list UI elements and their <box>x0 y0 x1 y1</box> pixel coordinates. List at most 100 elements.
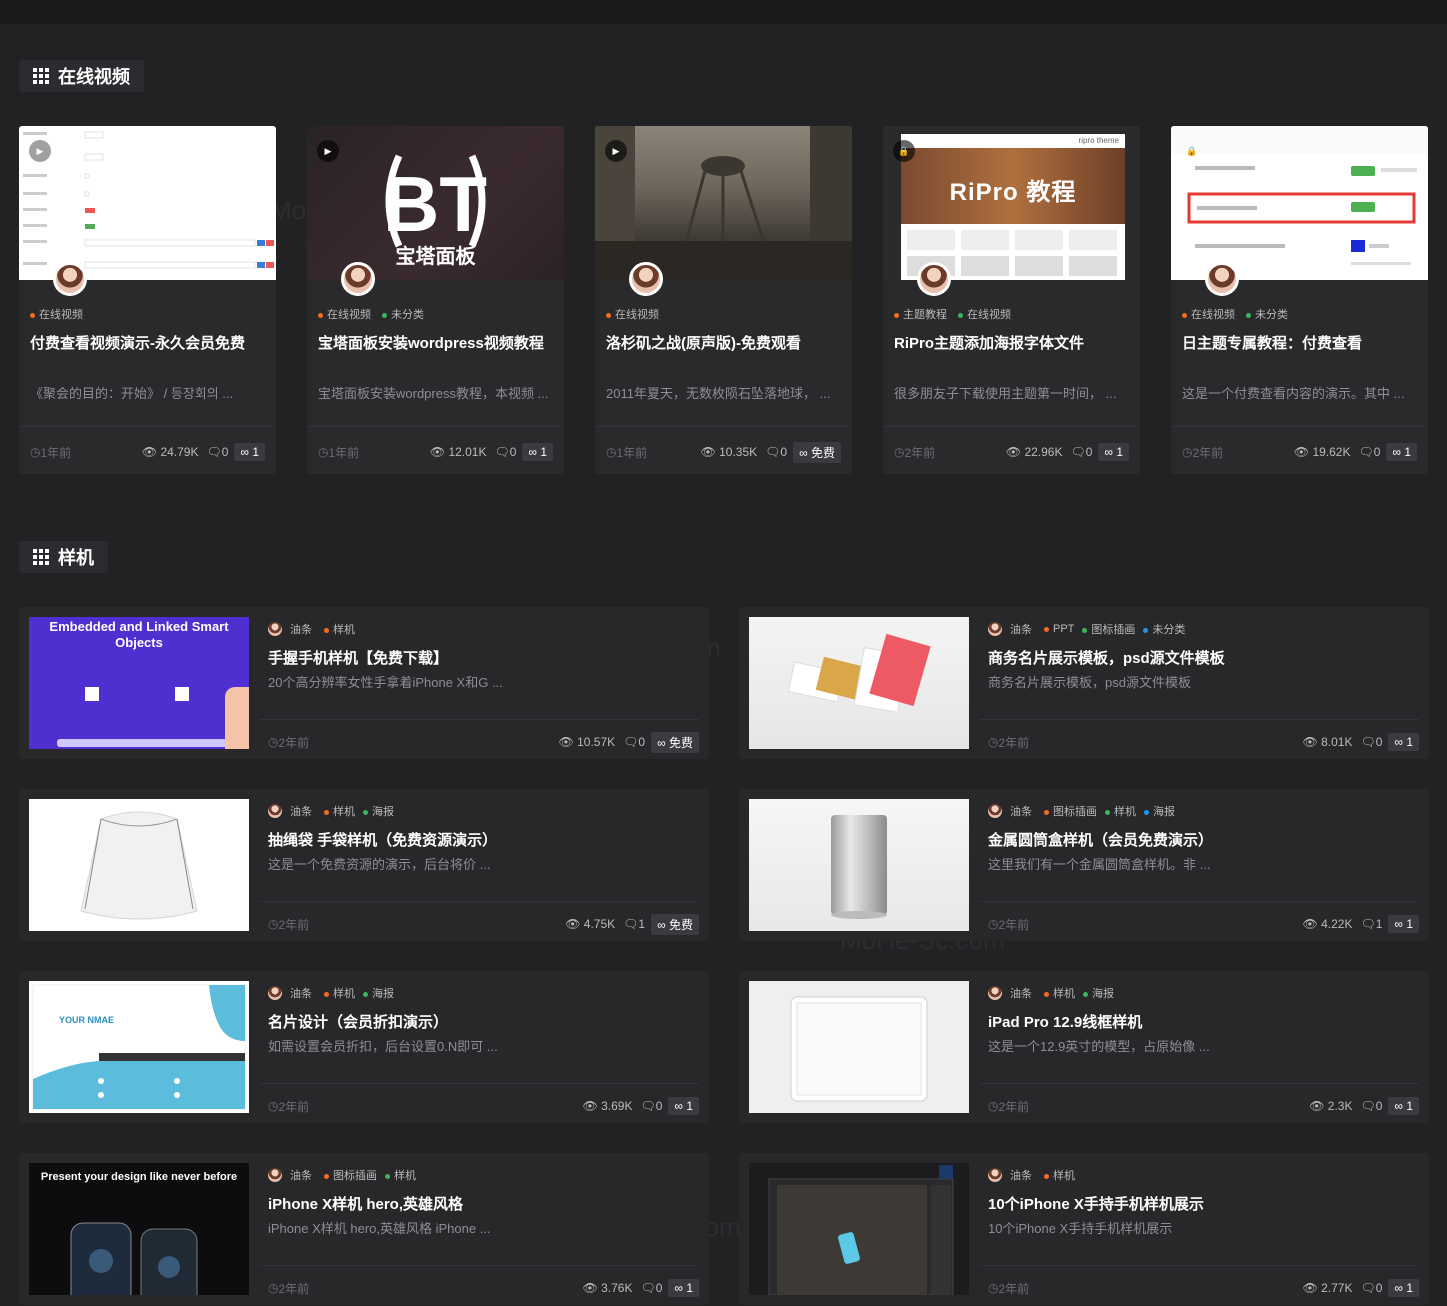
avatar[interactable] <box>268 1168 282 1182</box>
avatar[interactable] <box>988 1168 1002 1182</box>
card-title[interactable]: 付费查看视频演示-永久会员免费 <box>30 332 245 353</box>
avatar[interactable] <box>268 804 282 818</box>
category-tag[interactable]: 样机 <box>1044 1167 1075 1183</box>
card-title[interactable]: 金属圆筒盒样机（会员免费演示） <box>988 829 1213 850</box>
author-name[interactable]: 油条 <box>290 803 312 819</box>
video-thumbnail[interactable]: ▶ <box>595 126 852 280</box>
category-tag[interactable]: 主题教程 <box>894 309 947 321</box>
author-name[interactable]: 油条 <box>290 1167 312 1183</box>
avatar[interactable] <box>988 804 1002 818</box>
avatar[interactable] <box>988 986 1002 1000</box>
lock-icon[interactable]: 🔒 <box>893 140 915 162</box>
link-icon: ∞ <box>657 735 666 750</box>
author-name[interactable]: 油条 <box>1010 803 1032 819</box>
card-title[interactable]: 手握手机样机【免费下载】 <box>268 647 448 668</box>
post-time: 2年前 <box>278 1099 310 1114</box>
divider <box>979 719 1419 720</box>
mockup-thumbnail[interactable]: Present your design like never before <box>29 1163 249 1295</box>
eye-icon: 👁 <box>582 1281 598 1295</box>
category-tag[interactable]: 图标插画 <box>1082 621 1135 637</box>
svg-text:BT: BT <box>383 160 487 248</box>
video-thumbnail[interactable]: ▶ <box>19 126 276 280</box>
category-tag[interactable]: 在线视频 <box>606 309 659 321</box>
author-name[interactable]: 油条 <box>1010 621 1032 637</box>
category-tag[interactable]: 样机 <box>1105 803 1136 819</box>
card-title[interactable]: 日主题专属教程：付费查看 <box>1182 332 1362 353</box>
avatar[interactable] <box>1205 262 1239 296</box>
card-title[interactable]: 抽绳袋 手袋样机（免费资源演示） <box>268 829 497 850</box>
category-tag[interactable]: 海报 <box>1144 803 1175 819</box>
video-card[interactable]: ▶ 在线视频 洛杉矶之战(原声版)-免费观看 2011年夏天，无数枚陨石坠落地球… <box>595 126 852 474</box>
author-name[interactable]: 油条 <box>1010 985 1032 1001</box>
avatar[interactable] <box>988 622 1002 636</box>
video-thumbnail[interactable]: BT 宝塔面板 ▶ <box>307 126 564 280</box>
author-name[interactable]: 油条 <box>290 621 312 637</box>
video-card[interactable]: 🔒 在线视频 未分类 日主题专属教程：付费查看 这是一个付费查看内容的演示。其中… <box>1171 126 1428 474</box>
mockup-card[interactable]: Embedded and Linked Smart Objects 油条 样机 … <box>19 607 709 759</box>
category-tag[interactable]: 海报 <box>1083 985 1114 1001</box>
mockup-thumbnail[interactable] <box>749 799 969 931</box>
card-title[interactable]: 洛杉矶之战(原声版)-免费观看 <box>606 332 801 353</box>
mockup-card[interactable]: 油条 图标插画 样机 海报 金属圆筒盒样机（会员免费演示） 这里我们有一个金属圆… <box>739 789 1429 941</box>
author-name[interactable]: 油条 <box>290 985 312 1001</box>
play-icon[interactable]: ▶ <box>29 140 51 162</box>
mockup-card[interactable]: 油条 PPT 图标插画 未分类 商务名片展示模板，psd源文件模板 商务名片展示… <box>739 607 1429 759</box>
card-title[interactable]: iPhone X样机 hero,英雄风格 <box>268 1193 463 1214</box>
category-tag[interactable]: PPT <box>1044 623 1074 635</box>
avatar[interactable] <box>629 262 663 296</box>
video-card[interactable]: BT 宝塔面板 ▶ 在线视频 未分类 宝塔面板安装wordpress视频教程 宝… <box>307 126 564 474</box>
avatar[interactable] <box>53 262 87 296</box>
play-icon[interactable]: ▶ <box>317 140 339 162</box>
post-meta: 油条 样机 海报 <box>988 985 1122 1001</box>
post-time: 2年前 <box>278 735 310 750</box>
category-tag[interactable]: 样机 <box>324 621 355 637</box>
category-tag[interactable]: 样机 <box>324 985 355 1001</box>
card-title[interactable]: 商务名片展示模板，psd源文件模板 <box>988 647 1225 668</box>
avatar[interactable] <box>917 262 951 296</box>
views-count: 👁 19.62K <box>1293 445 1351 459</box>
category-tag[interactable]: 在线视频 <box>318 309 371 321</box>
mockup-thumbnail[interactable]: YOUR NMAE <box>29 981 249 1113</box>
card-title[interactable]: 10个iPhone X手持手机样机展示 <box>988 1193 1204 1214</box>
category-tag[interactable]: 在线视频 <box>30 309 83 321</box>
category-tag[interactable]: 在线视频 <box>958 309 1011 321</box>
card-title[interactable]: RiPro主题添加海报字体文件 <box>894 332 1084 353</box>
card-footer: ◷ 2年前 👁 3.69K 🗨0 ∞ 1 <box>268 1095 699 1117</box>
mockup-card[interactable]: 油条 样机 海报 抽绳袋 手袋样机（免费资源演示） 这是一个免费资源的演示，后台… <box>19 789 709 941</box>
mockup-card[interactable]: 油条 样机 海报 iPad Pro 12.9线框样机 这是一个12.9英寸的模型… <box>739 971 1429 1123</box>
video-card[interactable]: ripro theme RiPro 教程 🔒 主题教程 在线视频 RiPro主题… <box>883 126 1140 474</box>
category-tag[interactable]: 海报 <box>363 985 394 1001</box>
mockup-thumbnail[interactable] <box>749 1163 969 1295</box>
category-list: 在线视频 <box>30 306 91 322</box>
category-tag[interactable]: 图标插画 <box>324 1167 377 1183</box>
category-tag[interactable]: 未分类 <box>382 309 424 321</box>
card-title[interactable]: 宝塔面板安装wordpress视频教程 <box>318 332 544 353</box>
category-tag[interactable]: 样机 <box>324 803 355 819</box>
avatar[interactable] <box>341 262 375 296</box>
mockup-thumbnail[interactable]: Embedded and Linked Smart Objects <box>29 617 249 749</box>
category-tag[interactable]: 在线视频 <box>1182 309 1235 321</box>
mockup-card[interactable]: Present your design like never before 油条… <box>19 1153 709 1305</box>
mockup-thumbnail[interactable] <box>749 981 969 1113</box>
mockup-thumbnail[interactable] <box>749 617 969 749</box>
mockup-card[interactable]: 油条 样机 10个iPhone X手持手机样机展示 10个iPhone X手持手… <box>739 1153 1429 1305</box>
avatar[interactable] <box>268 622 282 636</box>
avatar[interactable] <box>268 986 282 1000</box>
video-thumbnail[interactable]: ripro theme RiPro 教程 🔒 <box>883 126 1140 280</box>
category-tag[interactable]: 图标插画 <box>1044 803 1097 819</box>
play-icon[interactable]: ▶ <box>605 140 627 162</box>
card-title[interactable]: iPad Pro 12.9线框样机 <box>988 1011 1142 1032</box>
mockup-card[interactable]: YOUR NMAE 油条 样机 海报 名片设计（会员折扣演示） 如需设置会员折扣… <box>19 971 709 1123</box>
author-name[interactable]: 油条 <box>1010 1167 1032 1183</box>
video-thumbnail[interactable]: 🔒 <box>1171 126 1428 280</box>
category-tag[interactable]: 样机 <box>1044 985 1075 1001</box>
lock-icon[interactable]: 🔒 <box>1181 140 1203 162</box>
card-title[interactable]: 名片设计（会员折扣演示） <box>268 1011 448 1032</box>
video-card[interactable]: ▶ 在线视频 付费查看视频演示-永久会员免费 《聚会的目的：开始》 / 등장회의… <box>19 126 276 474</box>
category-tag[interactable]: 未分类 <box>1143 621 1185 637</box>
category-tag[interactable]: 未分类 <box>1246 309 1288 321</box>
category-tag[interactable]: 样机 <box>385 1167 416 1183</box>
mockup-thumbnail[interactable] <box>29 799 249 931</box>
category-tag[interactable]: 海报 <box>363 803 394 819</box>
comments-count: 🗨0 <box>765 445 788 459</box>
